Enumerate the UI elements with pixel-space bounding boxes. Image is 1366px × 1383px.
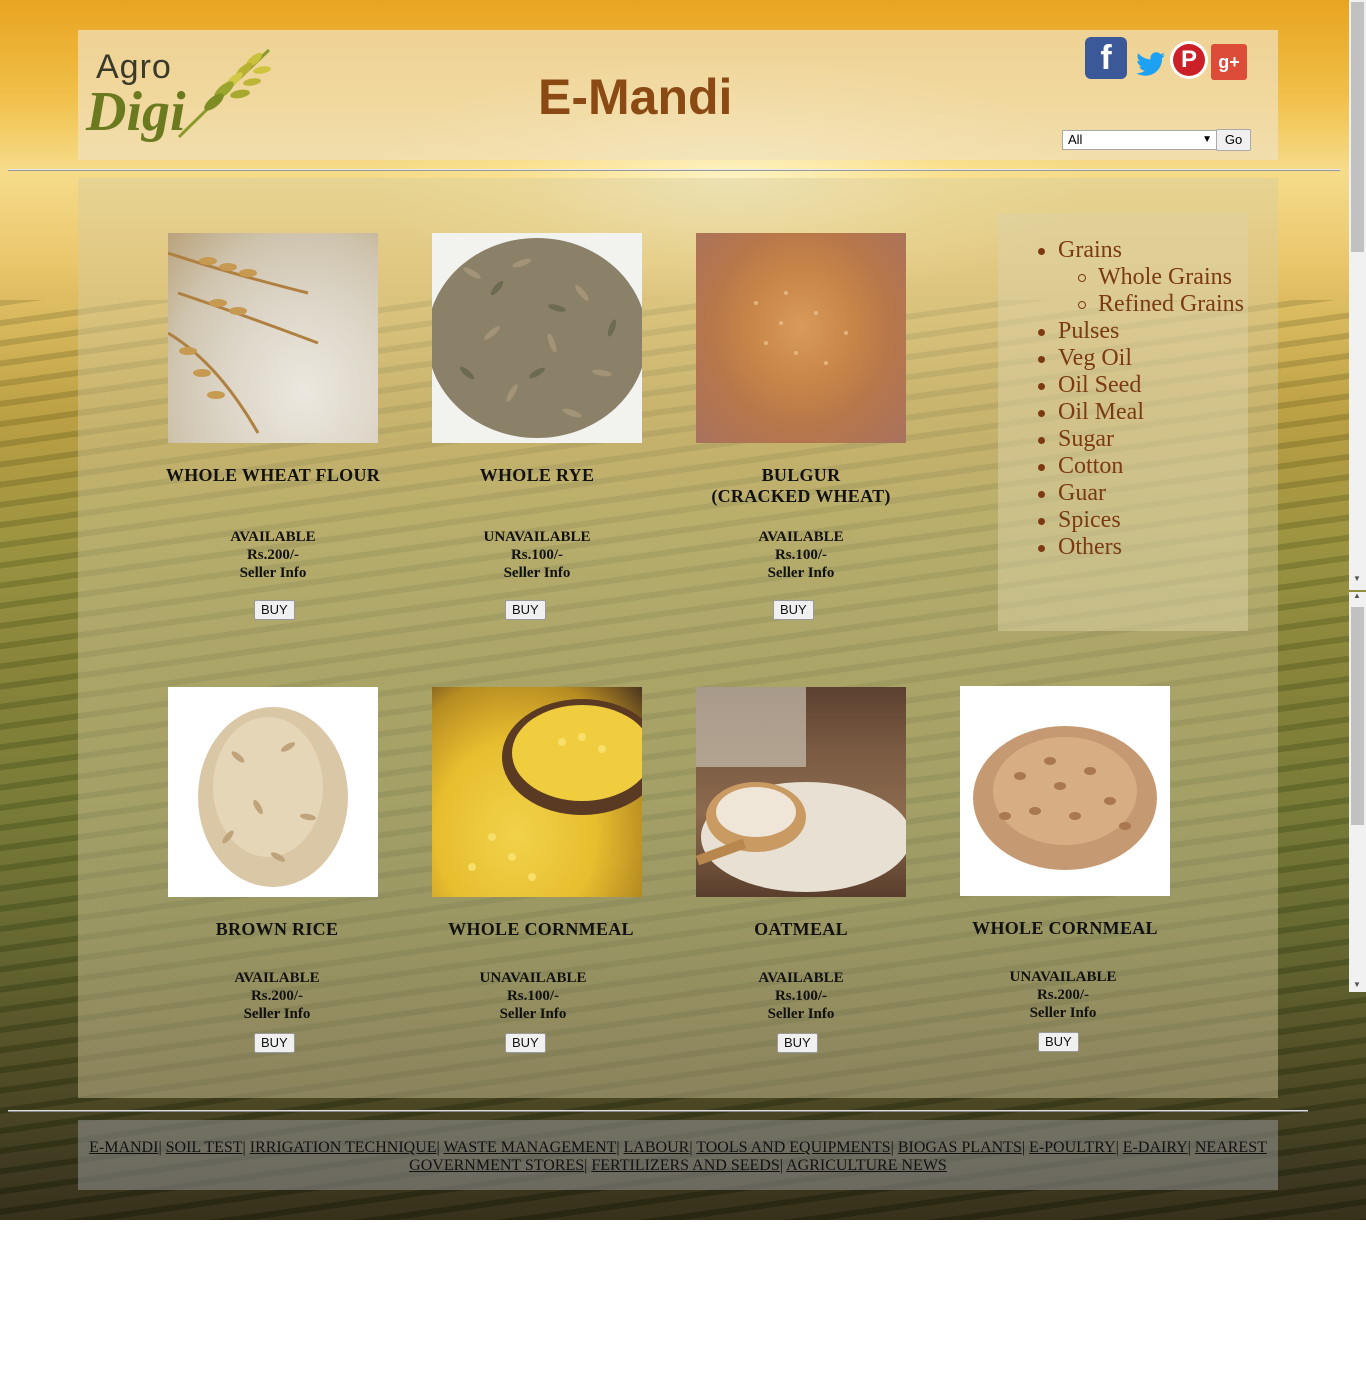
seller-info-link[interactable]: Seller Info xyxy=(152,1005,402,1023)
pinterest-icon[interactable]: P xyxy=(1170,41,1208,79)
twitter-icon[interactable] xyxy=(1134,43,1168,87)
category-item-others[interactable]: Others xyxy=(1018,534,1244,561)
category-filter-select[interactable]: All ▼ xyxy=(1062,130,1217,150)
product-name: WHOLE WHEAT FLOUR xyxy=(165,465,381,485)
product-name: BULGUR (CRACKED WHEAT) xyxy=(666,465,936,507)
product-name-line1: BULGUR xyxy=(761,465,841,485)
product-image-whole-cornmeal-2[interactable] xyxy=(960,686,1170,896)
product-price: Rs.100/- xyxy=(510,547,564,563)
product-price: Rs.200/- xyxy=(246,547,300,563)
product-name: OATMEAL xyxy=(754,919,848,939)
footer-link-e-dairy[interactable]: E-DAIRY xyxy=(1123,1139,1188,1156)
seller-info-link[interactable]: Seller Info xyxy=(148,564,398,582)
product-price: Rs.100/- xyxy=(774,547,828,563)
product-image-brown-rice[interactable] xyxy=(168,687,378,897)
frame-scrollbar[interactable] xyxy=(1349,592,1366,992)
page-scrollbar-thumb[interactable] xyxy=(1351,2,1364,252)
subcategory-item-refined-grains[interactable]: Refined Grains xyxy=(1018,291,1244,318)
subcategory-item-whole-grains[interactable]: Whole Grains xyxy=(1018,264,1244,291)
buy-button[interactable]: BUY xyxy=(773,600,814,620)
footer-link-irrigation-technique[interactable]: IRRIGATION TECHNIQUE xyxy=(250,1139,437,1156)
wheat-leaf-icon xyxy=(177,48,271,139)
product-image-whole-cornmeal[interactable] xyxy=(432,687,642,897)
buy-button[interactable]: BUY xyxy=(505,600,546,620)
chevron-down-icon: ▼ xyxy=(1202,134,1212,145)
seller-info-link[interactable]: Seller Info xyxy=(676,1005,926,1023)
frame-scrollbar-thumb[interactable] xyxy=(1351,607,1364,825)
buy-button[interactable]: BUY xyxy=(777,1033,818,1053)
product-name-line2: (CRACKED WHEAT) xyxy=(711,486,891,506)
product-card: WHOLE RYE UNAVAILABLE Rs.100/- Seller In… xyxy=(432,233,642,620)
google-plus-icon[interactable]: g+ xyxy=(1211,44,1247,80)
scroll-down-arrow-icon[interactable]: ▼ xyxy=(1353,980,1361,989)
buy-button[interactable]: BUY xyxy=(254,600,295,620)
page-scrollbar[interactable] xyxy=(1349,0,1366,590)
availability-status: UNAVAILABLE xyxy=(483,529,591,545)
buy-button[interactable]: BUY xyxy=(254,1033,295,1053)
footer-link-waste-management[interactable]: WASTE MANAGEMENT xyxy=(443,1139,616,1156)
footer-link-agriculture-news[interactable]: AGRICULTURE NEWS xyxy=(786,1157,947,1174)
footer-link-soil-test[interactable]: SOIL TEST xyxy=(166,1139,243,1156)
buy-button[interactable]: BUY xyxy=(1038,1032,1079,1052)
product-card: WHOLE CORNMEAL UNAVAILABLE Rs.200/- Sell… xyxy=(960,686,1170,1052)
category-sidebar: Grains Whole Grains Refined Grains Pulse… xyxy=(998,213,1248,631)
product-image-whole-wheat-flour[interactable] xyxy=(168,233,378,443)
go-button[interactable]: Go xyxy=(1216,129,1251,151)
product-card: WHOLE CORNMEAL UNAVAILABLE Rs.100/- Sell… xyxy=(432,687,642,1053)
product-price: Rs.100/- xyxy=(506,988,560,1004)
category-item-oil-seed[interactable]: Oil Seed xyxy=(1018,372,1244,399)
product-panel: WHOLE WHEAT FLOUR AVAILABLE Rs.200/- Sel… xyxy=(78,178,1278,1098)
footer-link-fertilizers-and-seeds[interactable]: FERTILIZERS AND SEEDS xyxy=(591,1157,779,1174)
scroll-up-arrow-icon[interactable]: ▲ xyxy=(1353,591,1361,600)
product-name: WHOLE RYE xyxy=(479,465,595,485)
product-card: BULGUR (CRACKED WHEAT) AVAILABLE Rs.100/… xyxy=(696,233,906,620)
product-card: WHOLE WHEAT FLOUR AVAILABLE Rs.200/- Sel… xyxy=(166,233,380,620)
category-item-veg-oil[interactable]: Veg Oil xyxy=(1018,345,1244,372)
category-filter-value: All xyxy=(1068,132,1083,147)
facebook-icon[interactable]: f xyxy=(1085,37,1127,79)
logo-text-digi: Digi xyxy=(86,81,186,143)
footer-link-labour[interactable]: LABOUR xyxy=(624,1139,690,1156)
product-image-bulgur[interactable] xyxy=(696,233,906,443)
category-item-pulses[interactable]: Pulses xyxy=(1018,318,1244,345)
product-image-whole-rye[interactable] xyxy=(432,233,642,443)
product-name: BROWN RICE xyxy=(215,919,339,939)
category-item-sugar[interactable]: Sugar xyxy=(1018,426,1244,453)
footer-divider xyxy=(8,1110,1308,1112)
category-item-grains[interactable]: Grains xyxy=(1018,237,1244,264)
availability-status: UNAVAILABLE xyxy=(1009,969,1117,985)
product-card: BROWN RICE AVAILABLE Rs.200/- Seller Inf… xyxy=(168,687,378,1053)
footer-link-biogas-plants[interactable]: BIOGAS PLANTS xyxy=(898,1139,1022,1156)
category-item-oil-meal[interactable]: Oil Meal xyxy=(1018,399,1244,426)
product-card: OATMEAL AVAILABLE Rs.100/- Seller Info B… xyxy=(696,687,906,1053)
buy-button[interactable]: BUY xyxy=(505,1033,546,1053)
availability-status: AVAILABLE xyxy=(230,529,316,545)
product-price: Rs.200/- xyxy=(250,988,304,1004)
product-name: WHOLE CORNMEAL xyxy=(448,919,634,939)
product-image-oatmeal[interactable] xyxy=(696,687,906,897)
category-item-guar[interactable]: Guar xyxy=(1018,480,1244,507)
category-item-cotton[interactable]: Cotton xyxy=(1018,453,1244,480)
product-price: Rs.100/- xyxy=(774,988,828,1004)
header-panel: Agro Digi E-Mandi f P g+ All ▼ Go xyxy=(78,30,1278,160)
availability-status: AVAILABLE xyxy=(758,970,844,986)
seller-info-link[interactable]: Seller Info xyxy=(408,1005,658,1023)
seller-info-link[interactable]: Seller Info xyxy=(676,564,926,582)
availability-status: AVAILABLE xyxy=(758,529,844,545)
availability-status: UNAVAILABLE xyxy=(479,970,587,986)
product-price: Rs.200/- xyxy=(1036,987,1090,1003)
page-title: E-Mandi xyxy=(538,69,733,125)
footer-link-e-poultry[interactable]: E-POULTRY xyxy=(1029,1139,1116,1156)
seller-info-link[interactable]: Seller Info xyxy=(938,1004,1188,1022)
agro-digi-logo[interactable]: Agro Digi xyxy=(86,38,276,153)
footer-nav: E-MANDI| SOIL TEST| IRRIGATION TECHNIQUE… xyxy=(78,1120,1278,1190)
category-item-spices[interactable]: Spices xyxy=(1018,507,1244,534)
footer-link-e-mandi[interactable]: E-MANDI xyxy=(89,1139,158,1156)
availability-status: AVAILABLE xyxy=(234,970,320,986)
header-divider xyxy=(8,169,1340,171)
seller-info-link[interactable]: Seller Info xyxy=(412,564,662,582)
footer-link-tools-and-equipments[interactable]: TOOLS AND EQUIPMENTS xyxy=(696,1139,890,1156)
scroll-down-arrow-icon[interactable]: ▼ xyxy=(1353,574,1361,583)
product-name: WHOLE CORNMEAL xyxy=(972,918,1158,938)
